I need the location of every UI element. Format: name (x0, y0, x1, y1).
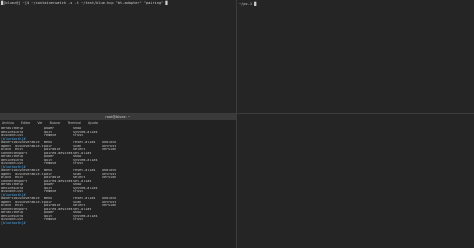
command-name: trust (73, 134, 84, 137)
window-titlebar[interactable]: root@bluez: ~ (0, 114, 236, 120)
menu-bar: Archivo Editar Ver Buscar Terminal Ayuda (0, 121, 236, 126)
command-name: trust (73, 218, 84, 221)
menu-archivo[interactable]: Archivo (2, 121, 14, 125)
menu-editar[interactable]: Editar (21, 121, 30, 125)
command-name: trust (73, 190, 84, 193)
pane-divider-horizontal[interactable] (0, 113, 474, 114)
window-title: root@bluez: ~ (105, 115, 131, 119)
menu-ayuda[interactable]: Ayuda (88, 121, 98, 125)
command-name (131, 162, 160, 166)
command-name: trust (73, 162, 84, 165)
terminal-output[interactable]: default-agenthelppowershowdevicesinfoqui… (1, 127, 235, 225)
terminal-pane-bottom-right[interactable] (237, 114, 474, 248)
prompt-text: [bluetooth]# (1, 220, 26, 225)
command-name (102, 190, 131, 194)
terminal-pane-top-left[interactable]: █[bluez@] ~]$ ~/containerwatch -s -t ~/t… (0, 0, 236, 113)
menu-buscar[interactable]: Buscar (50, 121, 61, 125)
pane-divider-vertical[interactable] (236, 0, 237, 248)
prompt-text: [bluetooth]# (1, 164, 26, 169)
terminal-pane-top-right[interactable]: ~/pc-1 █ (237, 0, 474, 113)
prompt-text: [bluetooth]# (1, 192, 26, 197)
command-name: remove (44, 218, 57, 221)
command-name (102, 218, 131, 222)
bluetooth-prompt[interactable]: [bluetooth]# (1, 220, 235, 226)
menu-terminal[interactable]: Terminal (68, 121, 81, 125)
command-name (131, 190, 160, 194)
command-name (102, 162, 131, 166)
bluetoothctl-terminal-window[interactable]: root@bluez: ~ Archivo Editar Ver Buscar … (0, 114, 236, 248)
prompt-text: [bluetooth]# (1, 136, 26, 141)
command-name: remove (44, 190, 57, 193)
command-name: remove (44, 134, 57, 137)
command-name (131, 218, 160, 222)
command-name (131, 134, 160, 138)
command-name (102, 134, 131, 138)
menu-ver[interactable]: Ver (37, 121, 42, 125)
shell-prompt[interactable]: ~/pc-1 █ (239, 2, 256, 6)
command-name: remove (44, 162, 57, 165)
command-line[interactable]: █[bluez@] ~]$ ~/containerwatch -s -t ~/t… (1, 1, 168, 6)
